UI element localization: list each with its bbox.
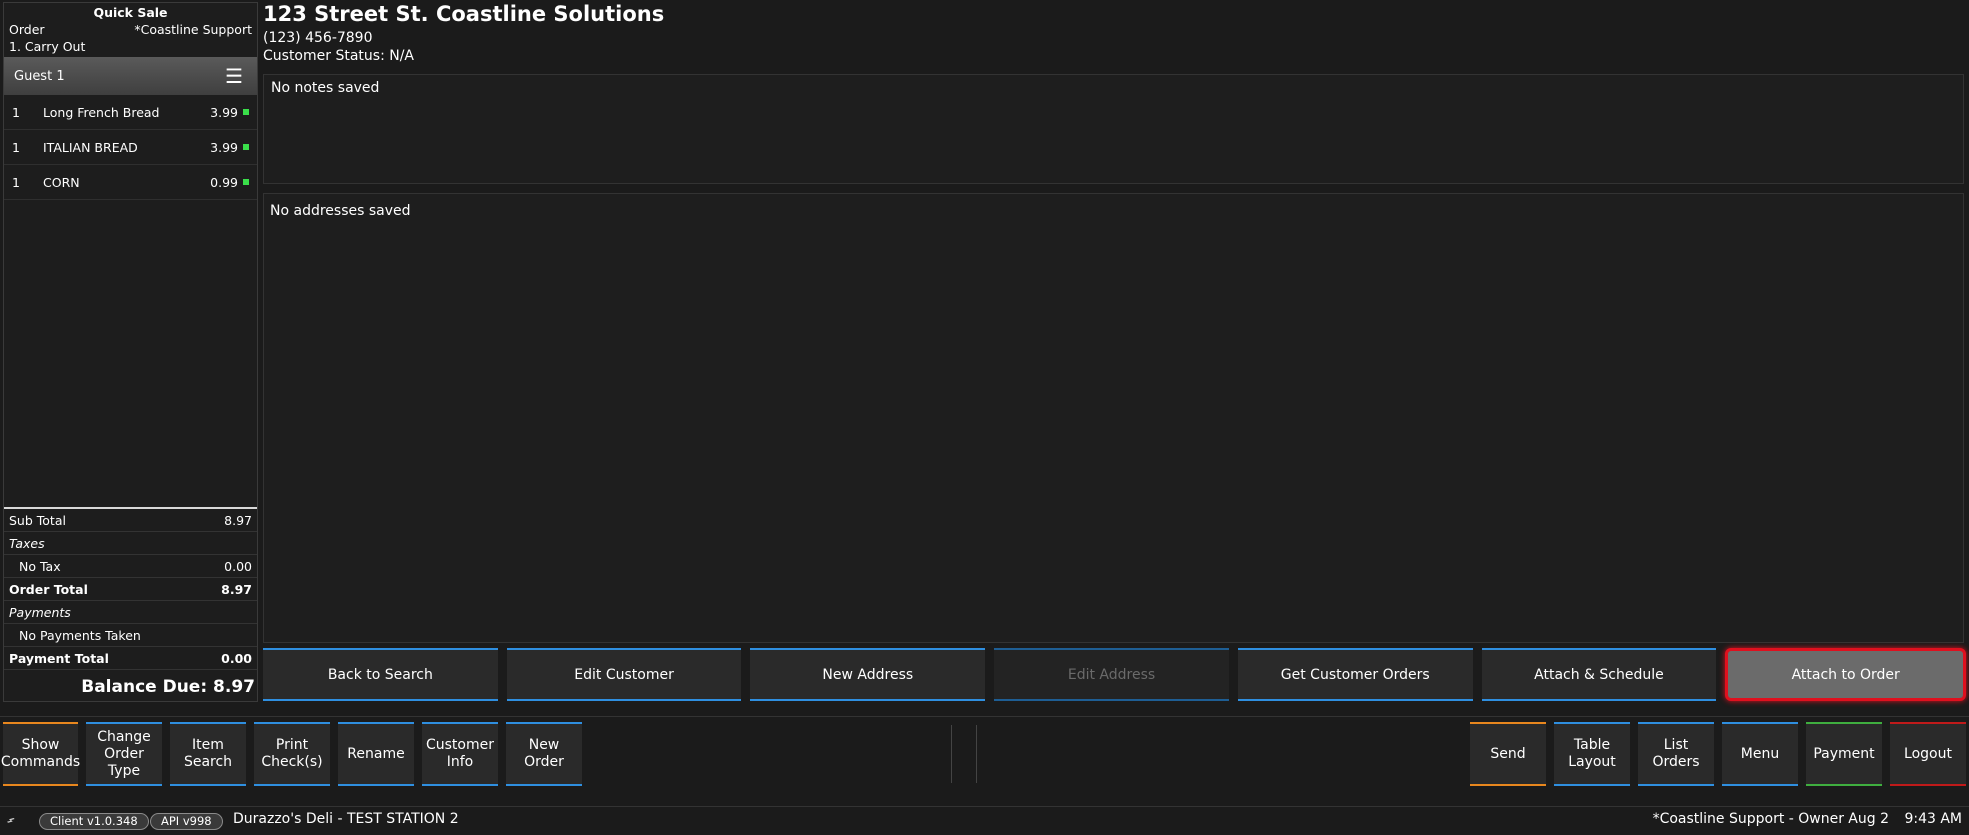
customer-status: Customer Status: N/A (263, 48, 414, 64)
customer-info-button[interactable]: Customer Info (422, 722, 498, 786)
item-price: 0.99 (210, 174, 238, 190)
customer-phone: (123) 456-7890 (263, 30, 373, 46)
customer-action-bar: Back to Search Edit Customer New Address… (263, 648, 1967, 704)
menu-button[interactable]: Menu (1722, 722, 1798, 786)
get-customer-orders-button[interactable]: Get Customer Orders (1237, 648, 1473, 701)
print-checks-button[interactable]: Print Check(s) (254, 722, 330, 786)
list-orders-button[interactable]: List Orders (1638, 722, 1714, 786)
order-label: Order (9, 22, 45, 37)
api-version-badge: API v998 (150, 813, 223, 830)
balance-due: Balance Due: 8.97 (81, 677, 255, 697)
taxes-row: Taxes (4, 532, 257, 555)
edit-address-button[interactable]: Edit Address (994, 648, 1229, 701)
attach-to-order-button[interactable]: Attach to Order (1725, 648, 1967, 701)
order-item-row[interactable]: 1 CORN 0.99 (4, 165, 257, 200)
taxes-label: Taxes (9, 535, 45, 551)
new-order-button[interactable]: New Order (506, 722, 582, 786)
payment-total-label: Payment Total (9, 650, 109, 666)
employee-name: *Coastline Support (134, 22, 252, 37)
sent-status-indicator (243, 144, 249, 150)
item-name: CORN (43, 174, 80, 190)
payments-row: Payments (4, 601, 257, 624)
subtotal-row: Sub Total 8.97 (4, 509, 257, 532)
notes-text: No notes saved (271, 80, 380, 96)
item-search-button[interactable]: Item Search (170, 722, 246, 786)
no-payments-label: No Payments Taken (19, 627, 141, 643)
payment-button[interactable]: Payment (1806, 722, 1882, 786)
station-name: Durazzo's Deli - TEST STATION 2 (233, 811, 459, 827)
item-qty: 1 (12, 104, 20, 120)
order-header: Quick Sale Order *Coastline Support 1. C… (4, 3, 257, 57)
attach-schedule-button[interactable]: Attach & Schedule (1481, 648, 1717, 701)
divider (976, 725, 977, 783)
no-tax-label: No Tax (19, 558, 61, 574)
sent-status-indicator (243, 179, 249, 185)
subtotal-value: 8.97 (224, 512, 252, 528)
order-type[interactable]: 1. Carry Out (9, 39, 85, 54)
current-time: 9:43 AM (1904, 811, 1962, 827)
payments-label: Payments (9, 604, 71, 620)
order-title: Quick Sale (93, 5, 168, 20)
order-item-row[interactable]: 1 Long French Bread 3.99 (4, 95, 257, 130)
item-name: Long French Bread (43, 104, 160, 120)
item-qty: 1 (12, 174, 20, 190)
command-bar: Show Commands Change Order Type Item Sea… (0, 716, 1969, 788)
hamburger-menu-icon[interactable]: ☰ (225, 66, 243, 86)
paperclip-icon[interactable]: ⌁ (1, 810, 20, 829)
show-commands-button[interactable]: Show Commands (1, 722, 80, 786)
rename-button[interactable]: Rename (338, 722, 414, 786)
order-panel: Quick Sale Order *Coastline Support 1. C… (3, 2, 258, 702)
addresses-text: No addresses saved (270, 203, 411, 219)
item-price: 3.99 (210, 104, 238, 120)
order-total-value: 8.97 (221, 581, 252, 597)
status-bar: ⌁ Client v1.0.348 API v998 Durazzo's Del… (0, 806, 1969, 835)
send-button[interactable]: Send (1470, 722, 1546, 786)
order-items-list: 1 Long French Bread 3.99 1 ITALIAN BREAD… (4, 95, 257, 200)
no-tax-value: 0.00 (224, 558, 252, 574)
order-total-label: Order Total (9, 581, 88, 597)
item-qty: 1 (12, 139, 20, 155)
subtotal-label: Sub Total (9, 512, 66, 528)
order-total-row: Order Total 8.97 (4, 578, 257, 601)
logged-in-user: *Coastline Support - Owner (1652, 811, 1844, 827)
customer-notes-panel[interactable]: No notes saved (263, 74, 1964, 184)
no-payments-row: No Payments Taken (4, 624, 257, 647)
sent-status-indicator (243, 109, 249, 115)
current-date: Aug 2 (1848, 811, 1889, 827)
customer-addresses-panel[interactable]: No addresses saved (263, 193, 1964, 643)
order-item-row[interactable]: 1 ITALIAN BREAD 3.99 (4, 130, 257, 165)
payment-total-row: Payment Total 0.00 (4, 647, 257, 670)
divider (951, 725, 952, 783)
guest-header[interactable]: Guest 1 ☰ (4, 57, 257, 95)
table-layout-button[interactable]: Table Layout (1554, 722, 1630, 786)
client-version-badge: Client v1.0.348 (39, 813, 149, 830)
back-to-search-button[interactable]: Back to Search (263, 648, 498, 701)
item-name: ITALIAN BREAD (43, 139, 138, 155)
edit-customer-button[interactable]: Edit Customer (506, 648, 742, 701)
new-address-button[interactable]: New Address (750, 648, 986, 701)
change-order-type-button[interactable]: Change Order Type (86, 722, 162, 786)
guest-label: Guest 1 (14, 68, 65, 84)
logout-button[interactable]: Logout (1890, 722, 1966, 786)
customer-name: 123 Street St. Coastline Solutions (263, 2, 665, 26)
payment-total-value: 0.00 (221, 650, 252, 666)
no-tax-row: No Tax 0.00 (4, 555, 257, 578)
order-totals: Sub Total 8.97 Taxes No Tax 0.00 Order T… (4, 507, 257, 704)
item-price: 3.99 (210, 139, 238, 155)
